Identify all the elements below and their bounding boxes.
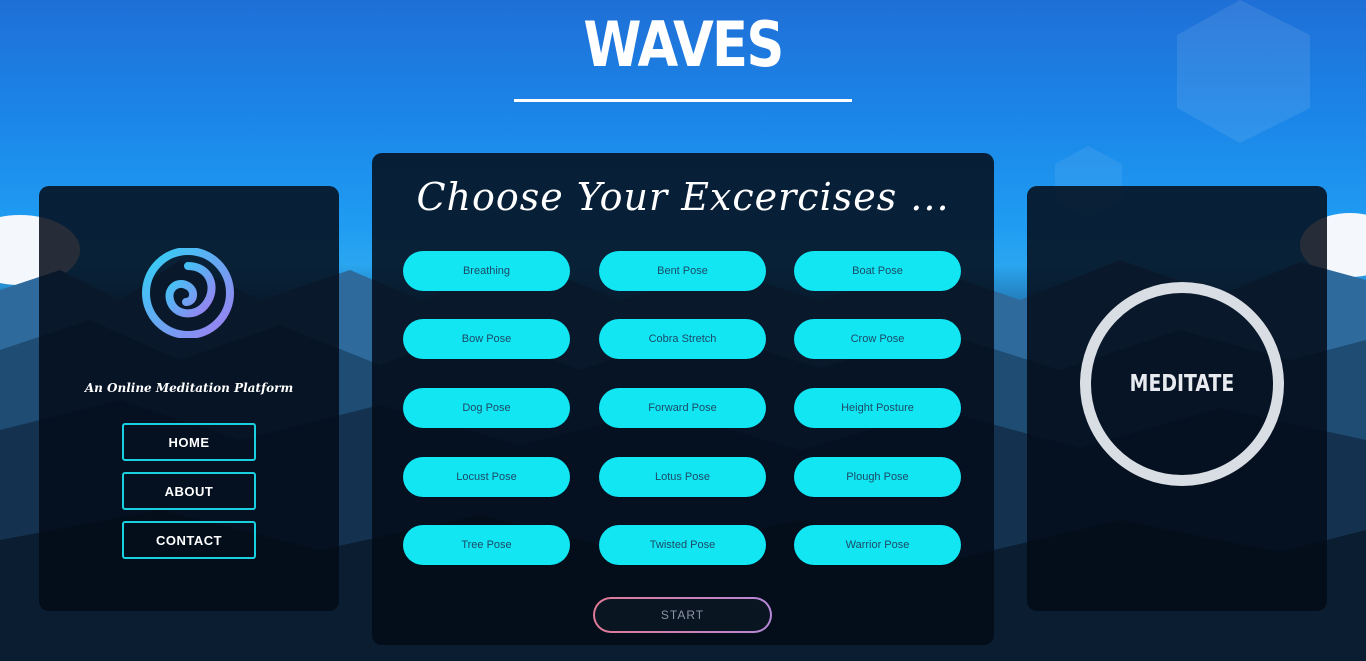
- pose-button[interactable]: Tree Pose: [403, 525, 570, 565]
- site-title: WAVES: [583, 8, 784, 81]
- exercise-panel: Choose Your Excercises ... Breathing Ben…: [372, 153, 994, 645]
- nav-about-button[interactable]: ABOUT: [122, 472, 256, 510]
- title-underline: [514, 99, 852, 102]
- pose-button[interactable]: Breathing: [403, 251, 570, 291]
- sidebar-panel: An Online Meditation Platform HOME ABOUT…: [39, 186, 339, 611]
- nav-contact-button[interactable]: CONTACT: [122, 521, 256, 559]
- pose-button[interactable]: Plough Pose: [794, 457, 961, 497]
- pose-button[interactable]: Warrior Pose: [794, 525, 961, 565]
- pose-button[interactable]: Boat Pose: [794, 251, 961, 291]
- meditate-panel: MEDITATE: [1027, 186, 1327, 611]
- pose-button[interactable]: Bent Pose: [599, 251, 766, 291]
- pose-button[interactable]: Bow Pose: [403, 319, 570, 359]
- pose-button[interactable]: Twisted Pose: [599, 525, 766, 565]
- pose-button[interactable]: Height Posture: [794, 388, 961, 428]
- waves-logo-icon: [142, 248, 234, 338]
- pose-button[interactable]: Dog Pose: [403, 388, 570, 428]
- pose-button[interactable]: Forward Pose: [599, 388, 766, 428]
- nav-home-button[interactable]: HOME: [122, 423, 256, 461]
- tagline: An Online Meditation Platform: [84, 381, 294, 395]
- start-button[interactable]: START: [593, 597, 772, 633]
- pose-button[interactable]: Crow Pose: [794, 319, 961, 359]
- exercise-heading: Choose Your Excercises ...: [416, 175, 950, 219]
- pose-button[interactable]: Lotus Pose: [599, 457, 766, 497]
- pose-button[interactable]: Cobra Stretch: [599, 319, 766, 359]
- pose-button[interactable]: Locust Pose: [403, 457, 570, 497]
- meditate-label[interactable]: MEDITATE: [1098, 282, 1265, 486]
